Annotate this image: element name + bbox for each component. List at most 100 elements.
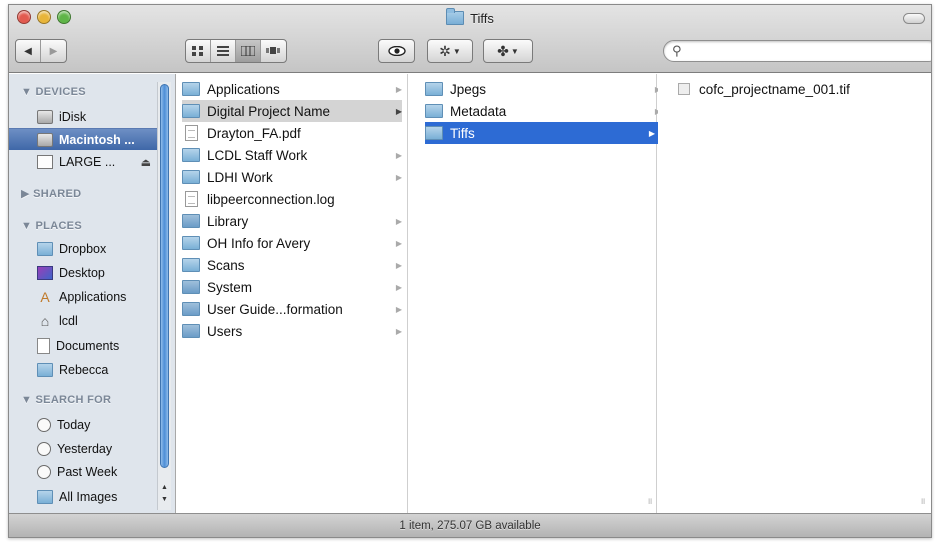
sidebar-item-label: Dropbox [59, 242, 107, 256]
sidebar-item-past-week[interactable]: Past Week [9, 461, 167, 483]
list-item-tiffs[interactable]: Tiffs ▶ [425, 122, 661, 144]
clock-icon [37, 418, 51, 432]
item-label: libpeerconnection.log [207, 191, 335, 207]
column-resize-handle[interactable]: ॥ [920, 494, 925, 507]
sidebar-item-today[interactable]: Today [9, 414, 167, 436]
chevron-right-icon: ▶ [395, 216, 402, 226]
list-item-scans[interactable]: Scans ▶ [182, 254, 402, 276]
sidebar-item-label: Yesterday [57, 442, 113, 456]
chevron-right-icon: ▶ [648, 128, 655, 138]
home-icon: ⌂ [40, 313, 50, 329]
sidebar-item-all-images[interactable]: All Images [9, 486, 167, 508]
chevron-down-icon: ▼ [510, 46, 519, 56]
list-item-drayton-pdf[interactable]: Drayton_FA.pdf [182, 122, 402, 144]
list-item-cofc-tif[interactable]: cofc_projectname_001.tif [678, 78, 850, 100]
column-view-icon[interactable] [236, 40, 261, 62]
sidebar-item-dropbox[interactable]: Dropbox [9, 238, 167, 260]
sidebar-item-label: Past Week [57, 465, 118, 479]
folder-icon [182, 302, 200, 316]
column-resize-handle[interactable]: ॥ [647, 494, 652, 507]
sidebar-item-large[interactable]: LARGE ... ⏏ [9, 151, 167, 173]
chevron-right-icon: ▶ [395, 150, 402, 160]
coverflow-view-icon[interactable] [261, 40, 286, 62]
item-label: User Guide...formation [207, 301, 343, 317]
list-item-digital-project-name[interactable]: Digital Project Name ▶ [182, 100, 402, 122]
list-item-libpeerconnection-log[interactable]: libpeerconnection.log [182, 188, 402, 210]
list-item-ldhi-work[interactable]: LDHI Work ▶ [182, 166, 402, 188]
sidebar-item-desktop[interactable]: Desktop [9, 262, 167, 284]
quicklook-button[interactable] [378, 39, 415, 63]
sidebar-item-lcdl[interactable]: ⌂ lcdl [9, 310, 167, 332]
chevron-right-icon: ▶ [395, 106, 402, 116]
list-item-metadata[interactable]: Metadata ▶ [425, 100, 661, 122]
folder-icon [37, 363, 53, 377]
list-item-jpegs[interactable]: Jpegs ▶ [425, 78, 661, 100]
folder-icon [182, 170, 200, 184]
scrollbar-thumb[interactable] [160, 84, 169, 468]
item-label: OH Info for Avery [207, 235, 311, 251]
back-forward-control: ◀ ▶ [15, 39, 67, 63]
browser-column-1: Applications ▶ Digital Project Name ▶ Dr… [176, 74, 419, 515]
status-bar: 1 item, 275.07 GB available [9, 513, 931, 537]
arrange-icon: ✤ [497, 42, 509, 59]
sidebar-heading-shared[interactable]: ▶ SHARED [9, 187, 169, 200]
forward-arrow-icon[interactable]: ▶ [41, 40, 66, 62]
clock-icon [37, 442, 51, 456]
sidebar-heading-devices[interactable]: ▼ DEVICES [9, 86, 169, 98]
idisk-icon [37, 110, 53, 124]
folder-icon [182, 104, 200, 118]
scroll-down-icon[interactable]: ▼ [161, 496, 168, 503]
toolbar-toggle-button[interactable] [903, 13, 925, 24]
list-view-glyph [217, 46, 229, 56]
search-field[interactable]: ⚲ [663, 40, 931, 62]
list-item-oh-info-for-avery[interactable]: OH Info for Avery ▶ [182, 232, 402, 254]
list-item-user-guide[interactable]: User Guide...formation ▶ [182, 298, 402, 320]
eject-icon[interactable]: ⏏ [141, 156, 151, 169]
list-item-applications[interactable]: Applications ▶ [182, 78, 402, 100]
back-arrow-icon[interactable]: ◀ [16, 40, 42, 62]
sidebar-item-label: iDisk [59, 110, 87, 124]
folder-icon [446, 8, 465, 25]
browser-column-2: Jpegs ▶ Metadata ▶ Tiffs ▶ ॥ [409, 74, 661, 515]
view-mode-control [185, 39, 287, 63]
search-input[interactable] [688, 43, 918, 59]
item-label: Drayton_FA.pdf [207, 125, 301, 141]
item-label: Tiffs [450, 125, 475, 141]
folder-icon [425, 104, 443, 118]
list-item-lcdl-staff-work[interactable]: LCDL Staff Work ▶ [182, 144, 402, 166]
sidebar-item-rebecca[interactable]: Rebecca [9, 359, 167, 381]
icon-view-icon[interactable] [186, 40, 211, 62]
item-label: Metadata [450, 103, 507, 119]
finder-window: Tiffs ◀ ▶ ✲ ▼ ✤ ▼ ⚲ ▼ DEVICES iDisk Maci… [8, 4, 932, 538]
item-label: System [207, 279, 253, 295]
sidebar-item-label: Applications [59, 290, 127, 304]
item-label: Applications [207, 81, 280, 97]
list-item-library[interactable]: Library ▶ [182, 210, 402, 232]
external-drive-icon [37, 155, 53, 169]
folder-icon [182, 324, 200, 338]
sidebar-heading-places[interactable]: ▼ PLACES [9, 220, 169, 232]
action-menu-button[interactable]: ✲ ▼ [427, 39, 473, 63]
applications-icon: A [40, 289, 50, 305]
sidebar: ▼ DEVICES iDisk Macintosh ... LARGE ... … [9, 74, 176, 515]
sidebar-item-applications[interactable]: A Applications [9, 286, 167, 308]
sidebar-item-yesterday[interactable]: Yesterday [9, 438, 167, 460]
column-view-glyph [241, 46, 255, 56]
list-item-users[interactable]: Users ▶ [182, 320, 402, 342]
list-item-system[interactable]: System ▶ [182, 276, 402, 298]
sidebar-item-macintosh[interactable]: Macintosh ... [9, 128, 167, 150]
sidebar-scrollbar[interactable]: ▲ ▼ [157, 82, 171, 510]
sidebar-heading-search-for[interactable]: ▼ SEARCH FOR [9, 394, 169, 406]
list-view-icon[interactable] [211, 40, 236, 62]
chevron-right-icon: ▶ [395, 304, 402, 314]
scroll-up-icon[interactable]: ▲ [161, 484, 168, 491]
item-label: Scans [207, 257, 245, 273]
item-label: Library [207, 213, 249, 229]
folder-icon [182, 82, 200, 96]
sidebar-item-idisk[interactable]: iDisk [9, 106, 167, 128]
arrange-menu-button[interactable]: ✤ ▼ [483, 39, 533, 63]
sidebar-item-documents[interactable]: Documents [9, 335, 167, 357]
chevron-down-icon: ▼ [452, 46, 461, 56]
item-label: Digital Project Name [207, 103, 331, 119]
folder-icon [182, 236, 200, 250]
